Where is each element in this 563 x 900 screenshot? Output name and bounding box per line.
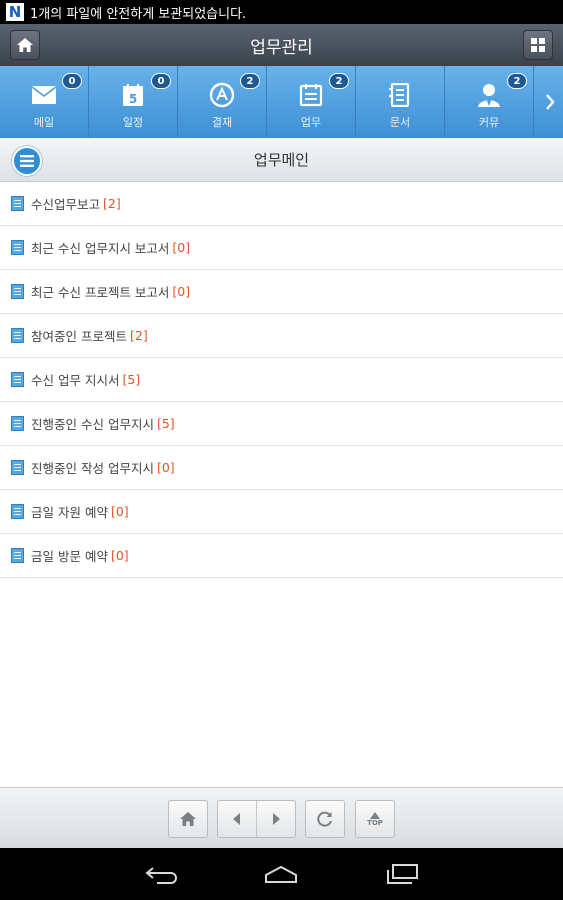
item-label: 금일 방문 예약 (31, 549, 108, 564)
item-count: [0] (172, 284, 191, 299)
list-item[interactable]: 금일 자원 예약 [0] (0, 490, 563, 534)
document-icon (11, 416, 24, 431)
item-count: [2] (103, 196, 121, 211)
grid-menu-button[interactable] (523, 30, 553, 60)
item-label: 수신업무보고 (31, 197, 101, 212)
item-count: [0] (110, 504, 129, 519)
recents-icon (387, 864, 418, 884)
app-header: 업무관리 (0, 24, 563, 66)
notification-app-icon: N (6, 3, 24, 21)
tab-schedule[interactable]: 5 일정 0 (89, 66, 178, 138)
item-label: 수신 업무 지시서 (31, 373, 120, 388)
item-label: 최근 수신 업무지시 보고서 (31, 241, 170, 256)
tab-label: 문서 (389, 116, 411, 129)
back-button[interactable] (218, 801, 256, 837)
list-item[interactable]: 최근 수신 업무지시 보고서 [0] (0, 226, 563, 270)
tab-badge: 2 (240, 73, 260, 89)
tab-badge: 2 (507, 73, 527, 89)
document-icon (11, 328, 24, 343)
bottom-toolbar: TOP (0, 787, 563, 848)
document-icon (386, 82, 414, 108)
page-title: 업무관리 (250, 37, 313, 58)
item-label: 참여중인 프로젝트 (31, 329, 127, 344)
module-tab-bar: 메일 0 5 일정 0 결재 2 업무 2 문서 커뮤 2 (0, 66, 563, 138)
svg-text:5: 5 (129, 92, 137, 106)
status-notification-text: 1개의 파일에 안전하게 보관되었습니다. (30, 6, 247, 22)
document-icon (11, 460, 24, 475)
home-button[interactable] (10, 30, 40, 60)
home-icon (17, 38, 33, 52)
document-icon (11, 196, 24, 211)
item-label: 진행중인 수신 업무지시 (31, 417, 154, 432)
task-icon (297, 82, 325, 108)
document-icon (11, 504, 24, 519)
refresh-button[interactable] (305, 800, 345, 838)
system-recents-button[interactable] (380, 860, 424, 888)
section-title: 업무메인 (253, 151, 310, 169)
section-header: 업무메인 (0, 138, 563, 182)
refresh-icon (317, 811, 332, 827)
chevron-right-icon (546, 94, 555, 110)
tab-task[interactable]: 업무 2 (267, 66, 356, 138)
scroll-top-button[interactable]: TOP (355, 800, 395, 838)
item-count: [0] (156, 460, 175, 475)
list-item[interactable]: 수신 업무 지시서 [5] (0, 358, 563, 402)
tab-label: 결재 (211, 116, 233, 129)
grid-icon (531, 38, 545, 52)
tab-label: 메일 (33, 116, 55, 129)
item-label: 최근 수신 프로젝트 보고서 (31, 285, 170, 300)
triangle-right-icon (273, 813, 280, 825)
document-icon (11, 240, 24, 255)
list-item[interactable]: 최근 수신 프로젝트 보고서 [0] (0, 270, 563, 314)
approval-icon (208, 82, 236, 108)
home-outline-icon (265, 865, 297, 883)
item-count: [0] (172, 240, 191, 255)
menu-icon (20, 155, 34, 167)
document-icon (11, 372, 24, 387)
menu-button[interactable] (12, 146, 42, 176)
tab-document[interactable]: 문서 (356, 66, 445, 138)
mail-icon (30, 82, 58, 108)
system-home-button[interactable] (259, 860, 303, 888)
tab-label: 커뮤 (478, 116, 500, 129)
tab-badge: 0 (151, 73, 171, 89)
app-screen: N 1개의 파일에 안전하게 보관되었습니다. 업무관리 메일 0 5 일정 0… (0, 0, 563, 900)
tab-mail[interactable]: 메일 0 (0, 66, 89, 138)
list-item[interactable]: 금일 방문 예약 [0] (0, 534, 563, 578)
item-count: [5] (122, 372, 141, 387)
status-bar: N 1개의 파일에 안전하게 보관되었습니다. (0, 0, 563, 24)
tab-community[interactable]: 커뮤 2 (445, 66, 534, 138)
system-back-button[interactable] (140, 860, 184, 888)
item-count: [2] (129, 328, 148, 343)
calendar-icon: 5 (119, 82, 147, 108)
tab-approval[interactable]: 결재 2 (178, 66, 267, 138)
document-icon (11, 284, 24, 299)
top-label: TOP (367, 818, 383, 827)
tab-badge: 2 (329, 73, 349, 89)
list-item[interactable]: 진행중인 작성 업무지시 [0] (0, 446, 563, 490)
item-label: 진행중인 작성 업무지시 (31, 461, 154, 476)
list-item[interactable]: 진행중인 수신 업무지시 [5] (0, 402, 563, 446)
item-count: [5] (156, 416, 175, 431)
home-icon (180, 812, 196, 826)
tab-label: 업무 (300, 116, 322, 129)
tab-badge: 0 (62, 73, 82, 89)
forward-button[interactable] (257, 801, 295, 837)
item-count: [0] (110, 548, 129, 563)
tab-next-button[interactable] (537, 66, 563, 138)
page-navigation-group (217, 800, 296, 838)
community-icon (475, 82, 503, 108)
triangle-left-icon (233, 813, 240, 825)
item-label: 금일 자원 예약 (31, 505, 108, 520)
home-button[interactable] (168, 800, 208, 838)
system-navigation-bar (0, 848, 563, 900)
list-item[interactable]: 수신업무보고 [2] (0, 182, 563, 226)
work-main-list: 수신업무보고 [2] 최근 수신 업무지시 보고서 [0] 최근 수신 프로젝트 보… (0, 182, 563, 578)
back-arrow-icon (145, 867, 177, 884)
document-icon (11, 548, 24, 563)
arrow-up-icon (370, 811, 380, 819)
list-item[interactable]: 참여중인 프로젝트 [2] (0, 314, 563, 358)
tab-label: 일정 (122, 116, 144, 129)
